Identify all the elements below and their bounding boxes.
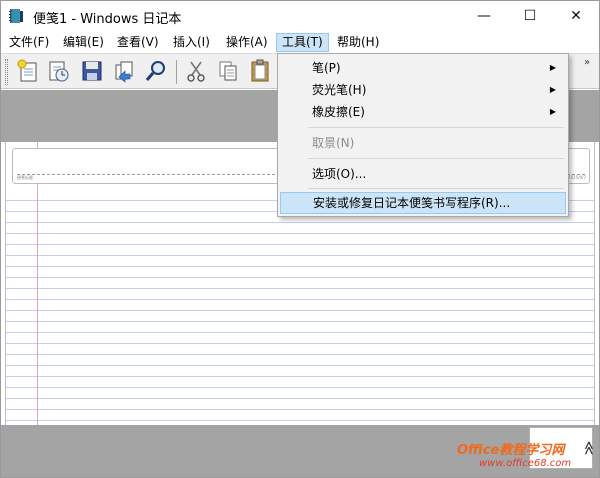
toolbar-grip[interactable]: [5, 59, 8, 85]
open-icon: [49, 61, 69, 82]
menu-item-label: 笔(P): [312, 61, 341, 75]
journal-window: 便笺1 - Windows 日记本 — ☐ ✕ 文件(F) 编辑(E) 查看(V…: [0, 0, 600, 478]
window-title: 便笺1 - Windows 日记本: [33, 12, 182, 27]
close-button[interactable]: ✕: [553, 1, 599, 31]
menu-bar: 文件(F) 编辑(E) 查看(V) 插入(I) 操作(A) 工具(T) 帮助(H…: [1, 31, 599, 53]
new-note-button[interactable]: [15, 57, 41, 85]
menu-help[interactable]: 帮助(H): [332, 33, 384, 52]
submenu-arrow-icon: ▶: [549, 85, 556, 94]
menu-item-label: 荧光笔(H): [312, 83, 367, 97]
note-date-label: 2015/9/7: [568, 175, 586, 180]
menu-insert[interactable]: 插入(I): [168, 33, 215, 52]
menu-tools[interactable]: 工具(T): [276, 33, 329, 52]
cut-button[interactable]: [183, 57, 209, 85]
watermark-url: www.office68.com: [479, 458, 572, 469]
menu-item-label: 取景(N): [312, 136, 355, 150]
tools-menu-eraser[interactable]: 橡皮擦(E) ▶: [280, 101, 566, 123]
menu-actions[interactable]: 操作(A): [221, 33, 273, 52]
tools-menu-capture: 取景(N): [280, 132, 566, 154]
toolbar-overflow-button[interactable]: »: [584, 57, 590, 68]
menu-view[interactable]: 查看(V): [112, 33, 164, 52]
toolbar-separator: [176, 60, 177, 84]
tools-menu-pen[interactable]: 笔(P) ▶: [280, 57, 566, 79]
minimize-button[interactable]: —: [461, 1, 507, 31]
tools-menu-dropdown: 笔(P) ▶ 荧光笔(H) ▶ 橡皮擦(E) ▶ 取景(N) 选项(O)... …: [277, 53, 569, 217]
find-button[interactable]: [143, 57, 169, 85]
menu-separator: [308, 188, 564, 189]
menu-separator: [308, 158, 564, 159]
export-icon: [115, 61, 133, 83]
new-note-icon: [17, 59, 37, 82]
menu-file[interactable]: 文件(F): [4, 33, 54, 52]
tools-menu-options[interactable]: 选项(O)...: [280, 163, 566, 185]
tools-menu-install-repair[interactable]: 安装或修复日记本便笺书写程序(R)...: [280, 192, 566, 214]
save-button[interactable]: [79, 57, 105, 85]
page-margin-line: [37, 142, 38, 425]
journal-app-icon: [9, 9, 23, 23]
export-button[interactable]: [111, 57, 137, 85]
save-icon: [82, 61, 102, 81]
copy-icon: [219, 61, 237, 81]
menu-edit[interactable]: 编辑(E): [58, 33, 109, 52]
maximize-icon: ☐: [523, 8, 537, 24]
submenu-arrow-icon: ▶: [549, 63, 556, 72]
note-title-label: 便笺标题: [17, 175, 33, 180]
menu-separator: [308, 127, 564, 128]
submenu-arrow-icon: ▶: [549, 107, 556, 116]
paste-button[interactable]: [247, 57, 273, 85]
find-icon: [145, 61, 165, 81]
tools-menu-highlighter[interactable]: 荧光笔(H) ▶: [280, 79, 566, 101]
menu-item-label: 安装或修复日记本便笺书写程序(R)...: [313, 196, 511, 210]
close-icon: ✕: [570, 8, 582, 24]
maximize-button[interactable]: ☐: [507, 1, 553, 31]
menu-item-label: 选项(O)...: [312, 167, 367, 181]
title-bar[interactable]: 便笺1 - Windows 日记本 — ☐ ✕: [1, 1, 599, 31]
copy-button[interactable]: [215, 57, 241, 85]
watermark-title: Office教程学习网: [457, 443, 565, 458]
open-button[interactable]: [45, 57, 71, 85]
menu-item-label: 橡皮擦(E): [312, 105, 365, 119]
watermark: Office教程学习网 www.office68.com: [457, 439, 597, 475]
minimize-icon: —: [477, 8, 491, 24]
cut-icon: [187, 61, 205, 82]
paste-icon: [251, 59, 269, 82]
